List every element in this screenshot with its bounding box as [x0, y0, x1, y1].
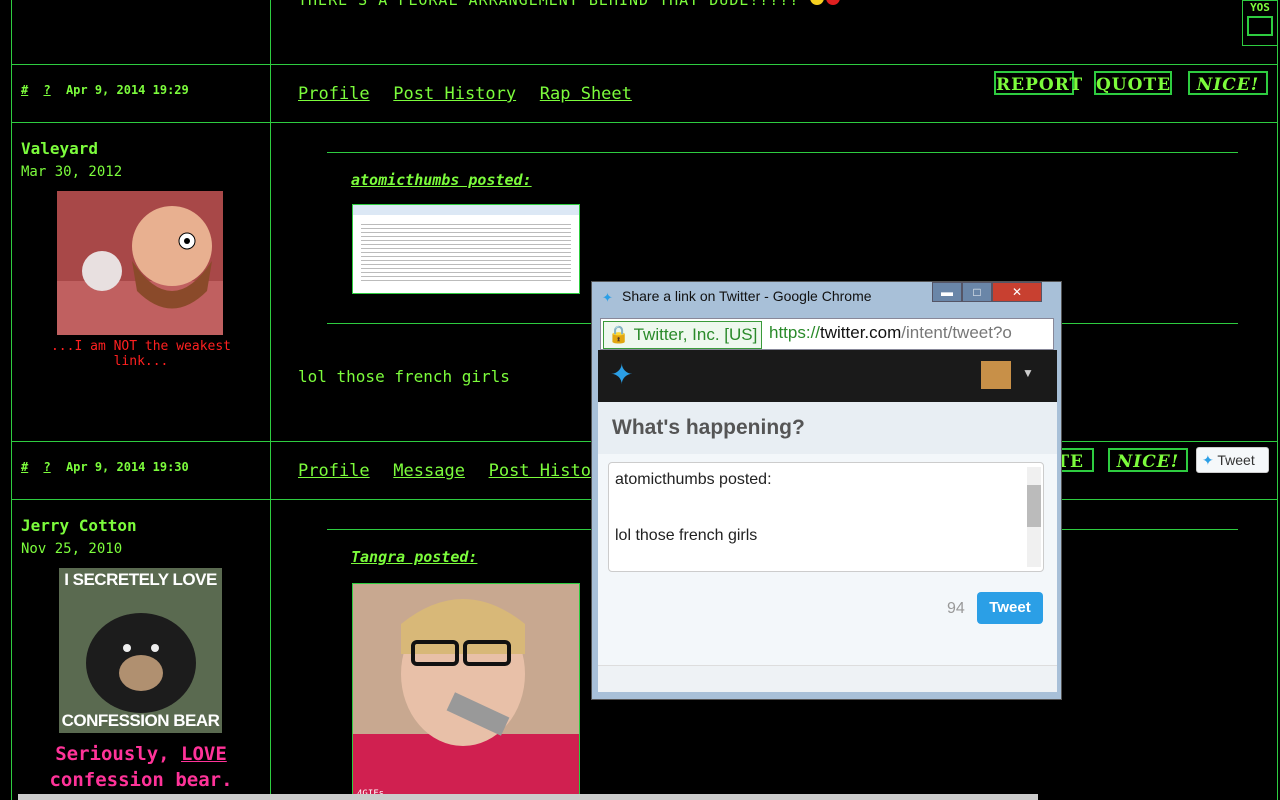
- post2-tweet-button[interactable]: ✦ Tweet: [1196, 447, 1269, 473]
- close-button[interactable]: ✕: [992, 282, 1042, 302]
- scrollbar-thumb[interactable]: [1027, 485, 1041, 527]
- post1-body: lol those french girls: [298, 367, 510, 386]
- robot-icon: [1247, 16, 1273, 36]
- char-counter: 94: [947, 600, 965, 617]
- textarea-scrollbar[interactable]: [1027, 467, 1041, 567]
- post1-question[interactable]: ?: [43, 83, 50, 97]
- twitter-logo-icon[interactable]: ✦: [610, 358, 633, 391]
- maximize-button[interactable]: □: [962, 282, 992, 302]
- post2-avatar: I SECRETELY LOVE CONFESSION BEAR: [59, 568, 222, 733]
- minimize-button[interactable]: ▬: [932, 282, 962, 302]
- post1-nice-button[interactable]: NICE!: [1188, 71, 1268, 95]
- tweet-textarea[interactable]: atomicthumbs posted: lol those french gi…: [608, 462, 1044, 572]
- post1-quote-top-rule: [327, 152, 1238, 153]
- window-title: Share a link on Twitter - Google Chrome: [622, 288, 872, 304]
- post1-permalink[interactable]: #: [21, 83, 28, 97]
- post1-tagline: ...I am NOT the weakest link...: [50, 339, 231, 369]
- post2-meta: # ? Apr 9, 2014 19:30: [21, 460, 189, 474]
- post2-links: Profile Message Post History: [298, 461, 611, 481]
- post1-history-link[interactable]: Post History: [393, 84, 516, 104]
- left-border: [11, 0, 12, 800]
- twitter-bird-icon: ✦: [1202, 452, 1214, 468]
- post1-quote-author[interactable]: atomicthumbs posted:: [351, 171, 532, 189]
- emoji-icon: [809, 0, 824, 5]
- post2-joined: Nov 25, 2010: [21, 541, 123, 557]
- post2-timestamp: Apr 9, 2014 19:30: [65, 460, 189, 474]
- reddit-header-bar: [353, 205, 579, 215]
- url-text[interactable]: https://twitter.com/intent/tweet?o: [769, 323, 1012, 343]
- post2-tagline: Seriously, LOVE confession bear.: [21, 741, 261, 793]
- tweet-submit-button[interactable]: Tweet: [977, 592, 1043, 624]
- meme-bottom-text: CONFESSION BEAR: [61, 711, 220, 730]
- security-chip[interactable]: 🔒 Twitter, Inc. [US]: [603, 321, 763, 349]
- post2-profile-link[interactable]: Profile: [298, 461, 370, 481]
- post1-quoted-image[interactable]: [352, 204, 580, 294]
- post1-meta: # ? Apr 9, 2014 19:29: [21, 83, 189, 97]
- address-bar[interactable]: 🔒 Twitter, Inc. [US] https://twitter.com…: [600, 318, 1054, 350]
- post1-profile-link[interactable]: Profile: [298, 84, 370, 104]
- post2-quote-author[interactable]: Tangra posted:: [351, 548, 477, 566]
- horizontal-scrollbar[interactable]: [18, 794, 1038, 800]
- twitter-favicon-icon: ✦: [602, 290, 613, 305]
- column-divider: [270, 0, 271, 800]
- twitter-top-bar: ✦ ▼: [598, 350, 1057, 402]
- emoji-red-icon: [825, 0, 840, 5]
- account-avatar[interactable]: [981, 361, 1011, 389]
- url-domain: twitter.com: [820, 323, 902, 342]
- twitter-share-window: ✦ Share a link on Twitter - Google Chrom…: [591, 281, 1062, 700]
- reddit-text-block: [361, 221, 571, 281]
- post1-report-button[interactable]: REPORT: [994, 71, 1082, 95]
- url-scheme: https://: [769, 323, 821, 342]
- post2-message-link[interactable]: Message: [393, 461, 465, 481]
- post1-links: Profile Post History Rap Sheet: [298, 84, 632, 104]
- top-post-body: THERE'S A FLORAL ARRANGEMENT BEHIND THAT…: [298, 0, 810, 9]
- url-path: /intent/tweet?o: [901, 323, 1012, 342]
- tweet-line-2: lol those french girls: [615, 527, 758, 544]
- post2-nice-button[interactable]: NICE!: [1108, 448, 1188, 472]
- post2-tagline-love: LOVE: [181, 743, 227, 765]
- cert-label: Twitter, Inc. [US]: [633, 325, 758, 344]
- top-post-text: THERE'S A FLORAL ARRANGEMENT BEHIND THAT…: [298, 0, 840, 9]
- post1-joined: Mar 30, 2012: [21, 164, 123, 180]
- row-divider-1: [11, 64, 1278, 65]
- tweet-composer: What's happening? atomicthumbs posted: l…: [598, 402, 1057, 692]
- post1-avatar: [57, 191, 223, 335]
- post1-username[interactable]: Valeyard: [21, 139, 98, 158]
- post2-permalink[interactable]: #: [21, 460, 28, 474]
- corner-badge: YOS: [1242, 0, 1278, 46]
- tweet-line-1: atomicthumbs posted:: [615, 471, 772, 488]
- chevron-down-icon[interactable]: ▼: [1022, 366, 1034, 380]
- gif-photo-icon: [353, 584, 579, 799]
- meme-top-text: I SECRETELY LOVE: [64, 570, 217, 589]
- post2-tagline-part1: Seriously,: [55, 743, 182, 765]
- post1-quote-button[interactable]: QUOTE: [1094, 71, 1172, 95]
- row-divider-2: [11, 122, 1278, 123]
- post2-quoted-gif[interactable]: 4GIFs: [352, 583, 580, 800]
- post2-username[interactable]: Jerry Cotton: [21, 516, 137, 535]
- bear-icon: [59, 568, 222, 733]
- composer-footer: [598, 665, 1057, 692]
- post2-question[interactable]: ?: [43, 460, 50, 474]
- post2-tweet-label: Tweet: [1217, 452, 1255, 468]
- post2-tagline-part2: confession bear.: [49, 769, 233, 791]
- corner-badge-label: YOS: [1250, 1, 1270, 14]
- avatar-cartoon-icon: [57, 191, 223, 335]
- right-border: [1277, 0, 1278, 800]
- post1-rapsheet-link[interactable]: Rap Sheet: [540, 84, 632, 104]
- lock-icon: 🔒: [608, 325, 630, 344]
- post1-timestamp: Apr 9, 2014 19:29: [65, 83, 189, 97]
- composer-prompt: What's happening?: [612, 416, 805, 439]
